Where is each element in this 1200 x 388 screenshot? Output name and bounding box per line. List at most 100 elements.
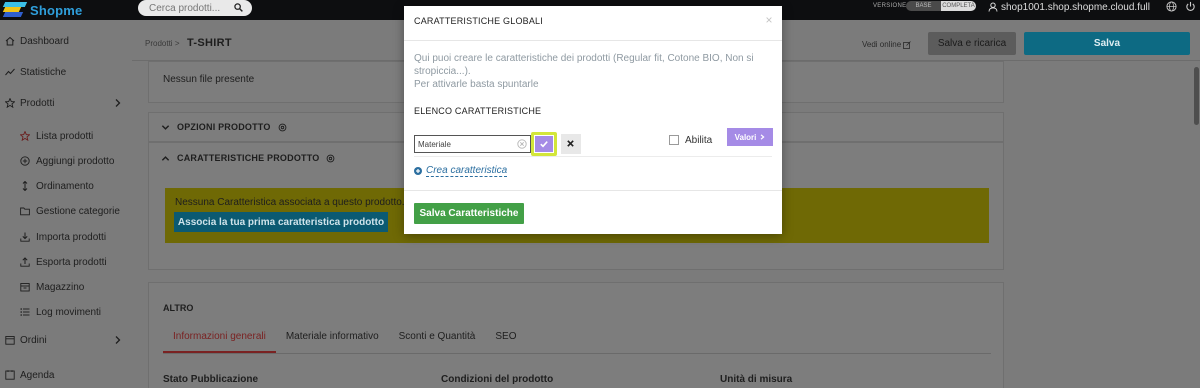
user-icon	[988, 2, 998, 12]
other-title: ALTRO	[163, 303, 194, 313]
gear-icon[interactable]	[326, 154, 335, 163]
globe-icon[interactable]	[1166, 1, 1177, 12]
confirm-feature-button[interactable]	[531, 132, 557, 156]
upload-icon	[20, 257, 30, 267]
save-features-button[interactable]: Salva Caratteristiche	[414, 203, 524, 224]
power-icon[interactable]	[1185, 1, 1196, 12]
product-features-title: CARATTERISTICHE PRODOTTO	[177, 153, 320, 163]
breadcrumb-products[interactable]: Prodotti	[145, 39, 173, 48]
user-account[interactable]: shop1001.shop.shopme.cloud.full	[988, 0, 1150, 14]
calendar-icon	[5, 336, 15, 345]
shop-domain: shop1001.shop.shopme.cloud.full	[1001, 1, 1150, 13]
star-outline-icon	[20, 131, 30, 141]
breadcrumb-separator: >	[174, 39, 180, 48]
sidebar-item-label: Lista prodotti	[36, 130, 94, 142]
sidebar-item-label: Ordinamento	[36, 180, 94, 192]
warehouse-icon	[20, 283, 30, 292]
product-options-title: OPZIONI PRODOTTO	[177, 122, 271, 132]
view-online-label: Vedi online	[862, 40, 902, 49]
sidebar-item-add-product[interactable]: Aggiungi prodotto	[0, 152, 132, 170]
tab-seo[interactable]: SEO	[485, 331, 526, 353]
modal-title: CARATTERISTICHE GLOBALI	[414, 16, 543, 26]
tab-informative-material[interactable]: Materiale informativo	[276, 331, 389, 353]
modal-description: Qui puoi creare le caratteristiche dei p…	[414, 52, 764, 91]
sidebar-item-log[interactable]: Log movimenti	[0, 303, 132, 321]
values-button[interactable]: Valori	[727, 128, 773, 146]
product-condition-label: Condizioni del prodotto	[441, 374, 554, 385]
cancel-feature-button[interactable]	[561, 134, 581, 154]
sidebar-item-product-list[interactable]: Lista prodotti	[0, 127, 132, 145]
sidebar-item-categories[interactable]: Gestione categorie	[0, 202, 132, 220]
star-icon	[5, 98, 15, 108]
tab-general-info[interactable]: Informazioni generali	[163, 331, 276, 353]
external-link-icon	[903, 40, 911, 49]
product-options-header[interactable]: OPZIONI PRODOTTO	[161, 122, 287, 132]
global-features-modal: CARATTERISTICHE GLOBALI × Qui puoi crear…	[404, 6, 782, 234]
product-features-header[interactable]: CARATTERISTICHE PRODOTTO	[161, 153, 335, 163]
sidebar-item-warehouse[interactable]: Magazzino	[0, 278, 132, 296]
sidebar-item-label: Ordini	[20, 334, 47, 346]
sidebar-item-label: Statistiche	[20, 66, 67, 78]
plus-circle-icon	[414, 167, 422, 175]
sidebar-item-statistics[interactable]: Statistiche	[0, 63, 132, 81]
chevron-right-icon	[115, 99, 121, 107]
associate-feature-button[interactable]: Associa la tua prima caratteristica prod…	[174, 212, 388, 232]
save-button[interactable]: Salva	[1024, 32, 1190, 55]
sidebar-item-products[interactable]: Prodotti	[0, 94, 132, 112]
sidebar-item-export[interactable]: Esporta prodotti	[0, 253, 132, 271]
tab-discounts-quantity[interactable]: Sconti e Quantità	[389, 331, 486, 353]
other-tabs: Informazioni generali Materiale informat…	[163, 331, 526, 353]
sort-arrows-icon	[22, 181, 28, 191]
create-feature-label: Crea caratteristica	[426, 165, 508, 177]
chart-line-icon	[5, 68, 15, 76]
sidebar-item-label: Log movimenti	[36, 306, 102, 318]
gear-icon[interactable]	[278, 123, 287, 132]
scrollbar-thumb[interactable]	[1194, 67, 1199, 125]
logo-text: Shopme	[30, 2, 83, 18]
download-icon	[20, 232, 30, 242]
modal-header-divider	[404, 40, 782, 41]
sidebar-item-label: Importa prodotti	[36, 231, 107, 243]
modal-footer-divider	[404, 190, 782, 191]
sidebar-item-label: Aggiungi prodotto	[36, 155, 115, 167]
tabs-divider	[163, 353, 991, 354]
enable-label: Abilita	[685, 135, 713, 146]
version-full-option[interactable]: COMPLETA	[941, 1, 976, 11]
logo[interactable]: Shopme	[2, 1, 83, 19]
version-toggle[interactable]: BASE COMPLETA	[906, 1, 976, 11]
view-online-link[interactable]: Vedi online	[862, 40, 911, 49]
chevron-right-icon	[761, 134, 765, 140]
x-icon	[567, 140, 574, 147]
other-card: ALTRO Informazioni generali Materiale in…	[148, 282, 1004, 388]
sidebar-item-label: Magazzino	[36, 281, 85, 293]
feature-name-input[interactable]	[418, 137, 514, 151]
save-reload-button[interactable]: Salva e ricarica	[928, 32, 1016, 55]
sidebar-item-label: Esporta prodotti	[36, 256, 107, 268]
product-search	[138, 0, 252, 16]
folder-icon	[20, 207, 30, 216]
chevron-right-icon	[115, 336, 121, 344]
breadcrumb[interactable]: Prodotti >	[145, 39, 179, 48]
sidebar-item-orders[interactable]: Ordini	[0, 331, 132, 349]
search-input[interactable]	[149, 1, 229, 15]
sidebar-item-dashboard[interactable]: Dashboard	[0, 32, 132, 50]
create-feature-link[interactable]: Crea caratteristica	[414, 165, 508, 177]
clear-input-icon[interactable]	[517, 139, 527, 149]
version-base-option[interactable]: BASE	[906, 1, 941, 11]
sidebar-item-sorting[interactable]: Ordinamento	[0, 177, 132, 195]
sidebar-item-import[interactable]: Importa prodotti	[0, 228, 132, 246]
plus-circle-icon	[20, 156, 30, 166]
modal-description-line2: Per attivarle basta spuntarle	[414, 79, 539, 90]
close-icon[interactable]: ×	[763, 14, 775, 26]
no-features-text: Nessuna Caratteristica associata a quest…	[175, 197, 405, 208]
home-icon	[5, 36, 15, 46]
list-icon	[20, 308, 30, 316]
unit-of-measure-label: Unità di misura	[720, 374, 793, 385]
version-label: VERSIONE	[873, 3, 907, 9]
sidebar-item-agenda[interactable]: Agenda	[0, 366, 132, 384]
search-icon[interactable]	[234, 3, 243, 12]
values-button-label: Valori	[734, 132, 757, 142]
check-icon	[540, 141, 548, 148]
no-files-text: Nessun file presente	[163, 74, 255, 85]
enable-checkbox[interactable]	[669, 135, 679, 145]
